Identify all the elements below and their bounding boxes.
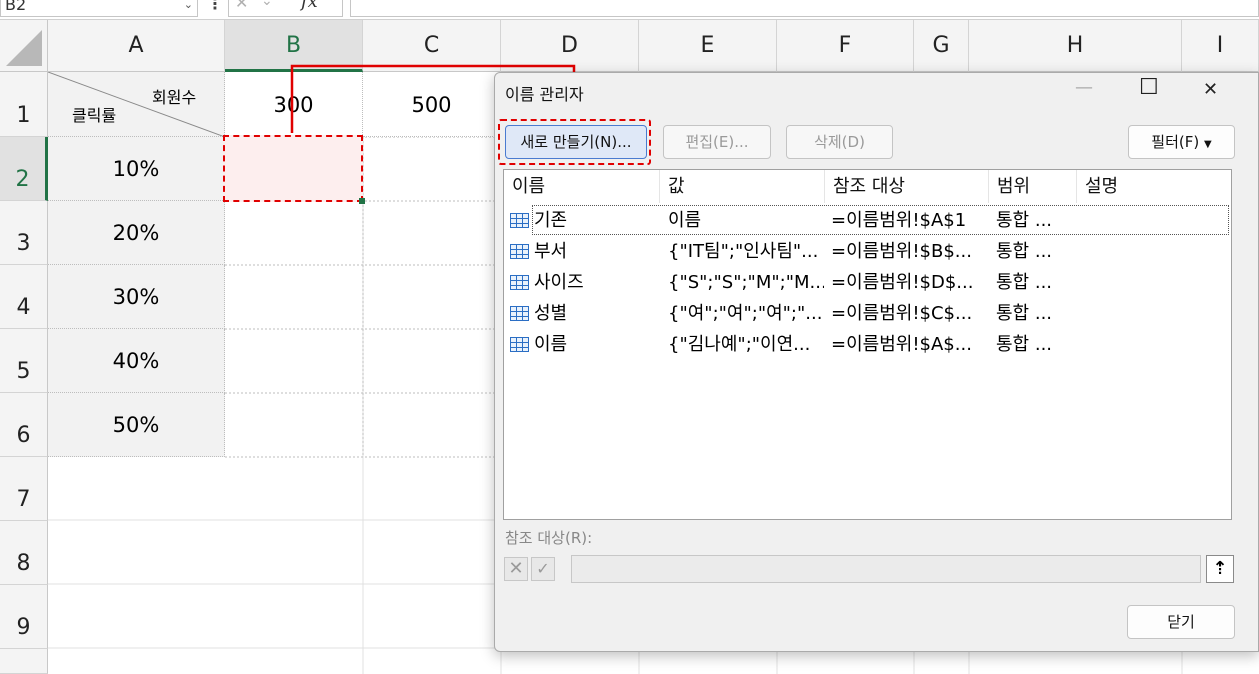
ref-input[interactable] bbox=[571, 555, 1201, 583]
row-ref: =이름범위!$D$... bbox=[831, 272, 974, 293]
filter-label: 필터(F) bbox=[1151, 133, 1200, 151]
row-scope: 통합 ... bbox=[996, 303, 1053, 324]
row-ref: =이름범위!$A$1 bbox=[831, 210, 967, 231]
row-scope: 통합 ... bbox=[996, 334, 1053, 355]
table-icon bbox=[510, 213, 529, 228]
close-icon[interactable]: ✕ bbox=[1203, 79, 1218, 100]
edit-button[interactable]: 편집(E)... bbox=[663, 125, 771, 159]
row-scope: 통합 ... bbox=[996, 241, 1053, 262]
row-value: 이름 bbox=[668, 210, 702, 231]
row-value: {"IT팀";"인사팀"... bbox=[668, 241, 819, 262]
close-button[interactable]: 닫기 bbox=[1127, 605, 1235, 639]
cancel-icon[interactable]: ✕ bbox=[504, 557, 528, 581]
header-name[interactable]: 이름 bbox=[504, 170, 660, 203]
name-manager-dialog: 이름 관리자 — ☐ ✕ 새로 만들기(N)... 편집(E)... 삭제(D)… bbox=[494, 72, 1259, 652]
list-item[interactable]: 부서 {"IT팀";"인사팀"... =이름범위!$B$... 통합 ... bbox=[504, 236, 1231, 267]
filter-button[interactable]: 필터(F) ▼ bbox=[1128, 125, 1235, 159]
table-icon bbox=[510, 244, 529, 259]
row-scope: 통합 ... bbox=[996, 210, 1053, 231]
row-ref: =이름범위!$C$... bbox=[831, 303, 973, 324]
table-icon bbox=[510, 306, 529, 321]
list-item[interactable]: 기존 이름 =이름범위!$A$1 통합 ... bbox=[504, 205, 1231, 236]
table-icon bbox=[510, 337, 529, 352]
table-icon bbox=[510, 275, 529, 290]
maximize-icon[interactable]: ☐ bbox=[1139, 75, 1159, 100]
header-value[interactable]: 값 bbox=[660, 170, 825, 203]
names-list[interactable]: 이름 값 참조 대상 범위 설명 기존 이름 =이름범위!$A$1 통합 ...… bbox=[503, 169, 1232, 520]
row-name: 부서 bbox=[534, 241, 568, 262]
header-scope[interactable]: 범위 bbox=[989, 170, 1077, 203]
list-item[interactable]: 이름 {"김나예";"이연... =이름범위!$A$... 통합 ... bbox=[504, 329, 1231, 360]
dialog-title: 이름 관리자 bbox=[505, 85, 584, 104]
header-desc[interactable]: 설명 bbox=[1077, 170, 1231, 203]
row-ref: =이름범위!$B$... bbox=[831, 241, 972, 262]
ref-label: 참조 대상(R): bbox=[505, 529, 593, 547]
list-item[interactable]: 사이즈 {"S";"S";"M";"M... =이름범위!$D$... 통합 .… bbox=[504, 267, 1231, 298]
list-item[interactable]: 성별 {"여";"여";"여";"... =이름범위!$C$... 통합 ... bbox=[504, 298, 1231, 329]
collapse-icon[interactable]: ⇡ bbox=[1206, 555, 1234, 583]
minimize-icon: — bbox=[1075, 77, 1093, 98]
new-button-highlight bbox=[498, 119, 651, 165]
caret-down-icon: ▼ bbox=[1204, 139, 1212, 150]
row-scope: 통합 ... bbox=[996, 272, 1053, 293]
delete-button[interactable]: 삭제(D) bbox=[786, 125, 893, 159]
row-name: 기존 bbox=[534, 210, 568, 231]
row-value: {"S";"S";"M";"M... bbox=[668, 272, 824, 293]
check-icon[interactable]: ✓ bbox=[531, 557, 555, 581]
row-name: 사이즈 bbox=[534, 272, 584, 293]
row-value: {"김나예";"이연... bbox=[668, 334, 811, 355]
row-name: 이름 bbox=[534, 334, 568, 355]
row-value: {"여";"여";"여";"... bbox=[668, 303, 823, 324]
row-name: 성별 bbox=[534, 303, 568, 324]
header-ref[interactable]: 참조 대상 bbox=[825, 170, 989, 203]
row-ref: =이름범위!$A$... bbox=[831, 334, 972, 355]
